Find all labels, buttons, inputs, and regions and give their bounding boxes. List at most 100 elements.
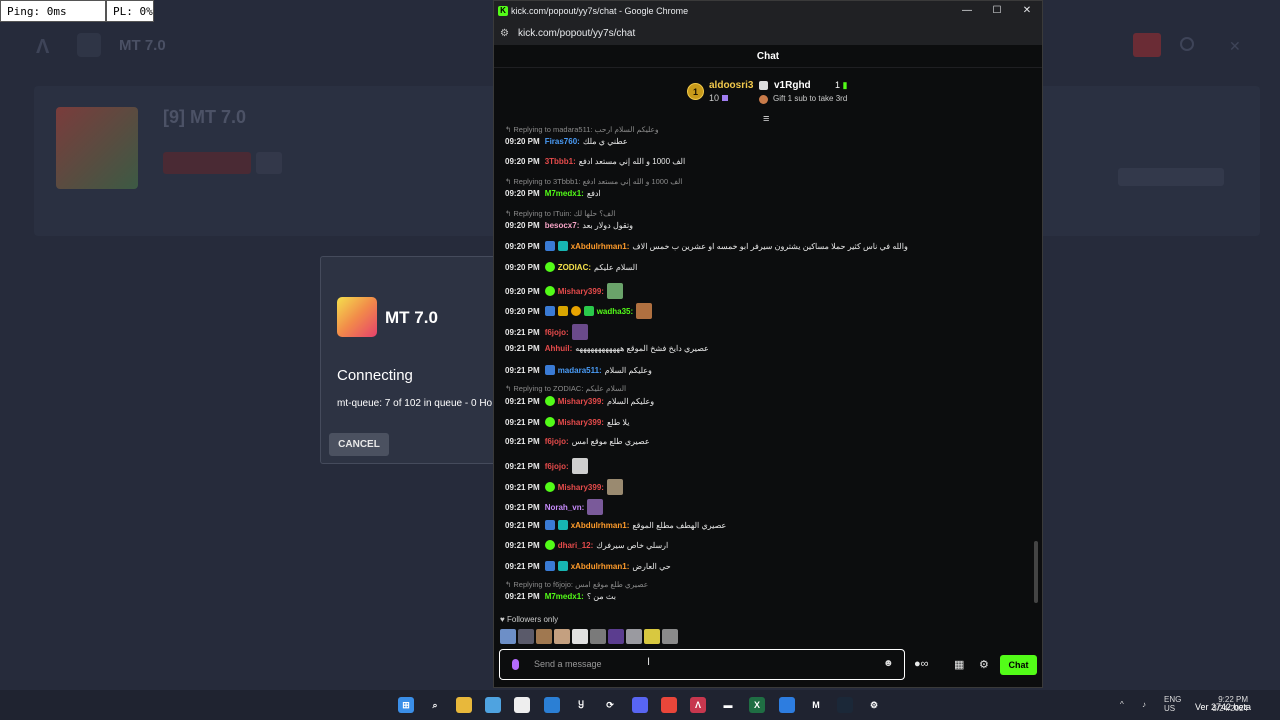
message-username[interactable]: xAbdulrhman1:	[571, 242, 630, 251]
message-time: 09:21 PM	[505, 417, 540, 427]
message-username[interactable]: Mishary399:	[558, 397, 604, 406]
emote-2[interactable]	[518, 629, 534, 644]
message-text: وعليكم السلام	[604, 365, 652, 375]
window-close-icon[interactable]: ✕	[1020, 5, 1034, 16]
message-username[interactable]: Ahhuil:	[545, 344, 573, 353]
app-icon-4[interactable]: M	[808, 697, 824, 713]
chat-message: 09:20 PM Firas760: عطني ي ملك	[505, 137, 628, 146]
search-icon[interactable]: ⌕	[427, 697, 443, 713]
discord-icon[interactable]	[632, 697, 648, 713]
emote-4[interactable]	[554, 629, 570, 644]
message-username[interactable]: ZODIAC:	[558, 263, 591, 272]
emote-5[interactable]	[572, 629, 588, 644]
emote-7[interactable]	[608, 629, 624, 644]
url-text[interactable]: kick.com/popout/yy7s/chat	[518, 28, 635, 39]
site-settings-icon[interactable]: ⚙	[500, 28, 509, 39]
chat-message: 09:21 PM M7medx1: بث من ؟	[505, 592, 616, 601]
message-username[interactable]: f6jojo:	[545, 462, 569, 471]
user-avatar-button[interactable]	[1133, 33, 1161, 57]
chat-message: 09:21 PM Mishary399:	[505, 479, 623, 495]
reply-username[interactable]: f6jojo:	[553, 580, 575, 589]
message-time: 09:20 PM	[505, 306, 540, 316]
emote-image	[636, 303, 653, 319]
emote-3[interactable]	[536, 629, 552, 644]
message-username[interactable]: dhari_12:	[558, 541, 594, 550]
app-icon-2[interactable]: ▬	[720, 697, 736, 713]
message-text: ادفع	[586, 189, 601, 198]
tray-chevron-icon[interactable]: ^	[1120, 700, 1124, 709]
leader-second-count: 1 ▮	[835, 80, 848, 90]
message-text: عصيري دايخ فشخ الموقع ههههههههههههه	[575, 344, 709, 353]
message-username[interactable]: M7medx1:	[545, 189, 584, 198]
message-username[interactable]: besocx7:	[545, 221, 580, 230]
message-username[interactable]: M7medx1:	[545, 592, 584, 601]
emote-1[interactable]	[500, 629, 516, 644]
message-username[interactable]: Mishary399:	[558, 418, 604, 427]
message-username[interactable]: Mishary399:	[558, 287, 604, 296]
lang-indicator[interactable]: ENG US	[1164, 695, 1181, 713]
leader-first-name[interactable]: aldoosri3	[709, 80, 753, 91]
copilot-icon[interactable]	[485, 697, 501, 713]
close-icon[interactable]: ✕	[1229, 38, 1241, 55]
launcher-menu-button[interactable]	[77, 33, 101, 57]
mt-launcher-icon[interactable]: Λ	[690, 697, 706, 713]
message-username[interactable]: f6jojo:	[545, 437, 569, 446]
emote-6[interactable]	[590, 629, 606, 644]
emoji-icon[interactable]: ☻	[883, 658, 894, 669]
reply-username[interactable]: ITuin:	[553, 209, 574, 218]
message-username[interactable]: Mishary399:	[558, 483, 604, 492]
og-badge-icon	[557, 561, 568, 571]
message-input[interactable]: Send a message I ☻	[499, 649, 905, 680]
message-username[interactable]: Firas760:	[545, 137, 580, 146]
emote-8[interactable]	[626, 629, 642, 644]
chat-settings-icon[interactable]: ⚙	[979, 658, 989, 671]
sub-badge-icon	[544, 417, 555, 427]
message-username[interactable]: Norah_vn:	[545, 503, 585, 512]
store-icon[interactable]: ▦	[954, 658, 964, 671]
edge-icon[interactable]	[544, 697, 560, 713]
app-icon-1[interactable]: Ⴘ	[573, 697, 589, 713]
settings-icon[interactable]	[1180, 37, 1194, 51]
reply-username[interactable]: ZODIAC:	[553, 384, 586, 393]
reply-quote: الف 1000 و الله إني مستعد ادفع	[582, 177, 683, 186]
store-app-icon[interactable]	[514, 697, 530, 713]
minimize-icon[interactable]: —	[960, 5, 974, 16]
message-username[interactable]: wadha35:	[597, 307, 633, 316]
start-icon[interactable]: ⊞	[398, 697, 414, 713]
message-text: حي العارض	[632, 561, 671, 571]
chat-message: 09:20 PM xAbdulrhman1: والله في ناس كثير ح…	[505, 241, 908, 251]
message-username[interactable]: madara511:	[558, 366, 602, 375]
connect-button[interactable]	[163, 152, 251, 174]
steam-icon[interactable]	[837, 697, 853, 713]
send-chat-button[interactable]: Chat	[1000, 655, 1037, 675]
chat-scrollbar[interactable]	[1034, 541, 1038, 603]
chrome-icon[interactable]	[661, 697, 677, 713]
message-text: وعليكم السلام	[606, 396, 655, 406]
server-options-button[interactable]	[256, 152, 282, 174]
emote-9[interactable]	[644, 629, 660, 644]
sync-icon[interactable]: ⟳	[602, 697, 618, 713]
address-bar[interactable]: ⚙ kick.com/popout/yy7s/chat	[494, 23, 1042, 45]
leader-second-name[interactable]: v1Rghd	[774, 80, 811, 91]
message-username[interactable]: xAbdulrhman1:	[571, 562, 630, 571]
cancel-button[interactable]: CANCEL	[329, 433, 389, 456]
background-action-button[interactable]	[1118, 168, 1224, 186]
message-username[interactable]: xAbdulrhman1:	[571, 521, 630, 530]
mic-icon[interactable]	[512, 659, 519, 670]
app-icon-3[interactable]	[779, 697, 795, 713]
file-explorer-icon[interactable]	[456, 697, 472, 713]
maximize-icon[interactable]: ☐	[990, 5, 1004, 16]
emote-10[interactable]	[662, 629, 678, 644]
chat-message: 09:21 PM xAbdulrhman1: عصيري الهطف مطلع ال…	[505, 520, 726, 530]
message-text: الف 1000 و الله إني مستعد ادفع	[578, 157, 686, 166]
message-placeholder: Send a message	[534, 659, 602, 669]
excel-icon[interactable]: X	[749, 697, 765, 713]
tray-mic-icon[interactable]: ♪	[1142, 700, 1146, 709]
reply-username[interactable]: madara511:	[553, 125, 595, 134]
message-username[interactable]: f6jojo:	[545, 328, 569, 337]
emote-picker-icon[interactable]: ●∞	[914, 658, 929, 670]
reply-username[interactable]: 3Tbbb1:	[553, 177, 583, 186]
message-username[interactable]: 3Tbbb1:	[545, 157, 576, 166]
app-icon-5[interactable]: ⚙	[866, 697, 882, 713]
message-time: 09:21 PM	[505, 540, 540, 550]
